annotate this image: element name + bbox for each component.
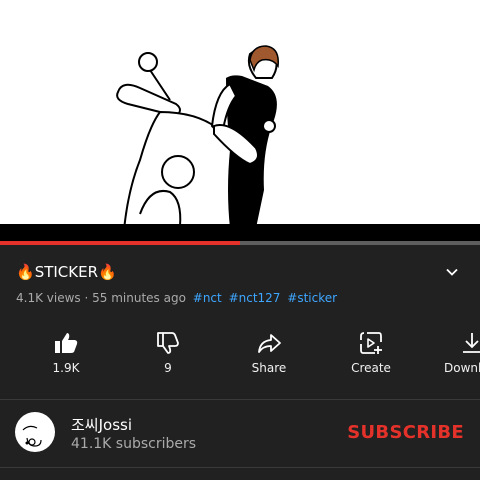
divider-bottom	[0, 467, 480, 468]
download-label: Downl	[444, 361, 480, 375]
hashtag-sticker[interactable]: #sticker	[287, 291, 337, 305]
dislike-button[interactable]: 9	[128, 326, 208, 384]
channel-avatar[interactable]	[15, 412, 55, 452]
channel-name[interactable]: 조씨Jossi	[71, 416, 132, 434]
hashtag-nct127[interactable]: #nct127	[229, 291, 281, 305]
video-floor	[0, 224, 480, 241]
download-icon	[463, 333, 480, 353]
create-button[interactable]: Create	[331, 326, 411, 384]
share-label: Share	[251, 361, 287, 375]
progress-played	[0, 241, 240, 245]
avatar-drawing-icon	[22, 425, 42, 447]
create-icon	[360, 332, 382, 354]
video-title: 🔥STICKER🔥	[16, 262, 117, 282]
share-button[interactable]: Share	[229, 326, 309, 384]
share-icon	[258, 334, 281, 353]
title-row[interactable]: 🔥STICKER🔥	[16, 262, 464, 284]
subscriber-count: 41.1K subscribers	[71, 436, 197, 452]
meta-separator: ·	[84, 291, 89, 305]
fire-emoji-left: 🔥	[16, 263, 35, 281]
create-label: Create	[351, 361, 391, 375]
video-frame-illustration	[116, 45, 279, 231]
view-count: 4.1K views	[16, 291, 81, 305]
upload-time: 55 minutes ago	[92, 291, 186, 305]
download-button[interactable]: Downl	[432, 326, 480, 384]
thumbs-up-icon	[55, 333, 78, 353]
channel-row[interactable]: 조씨Jossi 41.1K subscribers SUBSCRIBE	[0, 400, 480, 466]
video-meta: 4.1K views · 55 minutes ago #nct #nct127…	[16, 290, 337, 306]
hashtag-nct[interactable]: #nct	[193, 291, 222, 305]
subscribe-button[interactable]: SUBSCRIBE	[347, 422, 464, 444]
video-player[interactable]	[0, 0, 480, 241]
action-bar: 1.9K 9 Share Create Downl	[0, 326, 480, 386]
video-title-text: STICKER	[34, 263, 99, 281]
like-button[interactable]: 1.9K	[26, 326, 106, 384]
chevron-down-icon[interactable]	[444, 264, 460, 280]
thumbs-down-icon	[157, 332, 179, 354]
progress-bar[interactable]	[0, 241, 480, 245]
fire-emoji-right: 🔥	[98, 263, 117, 281]
like-count: 1.9K	[52, 361, 80, 375]
dislike-count: 9	[164, 361, 172, 375]
